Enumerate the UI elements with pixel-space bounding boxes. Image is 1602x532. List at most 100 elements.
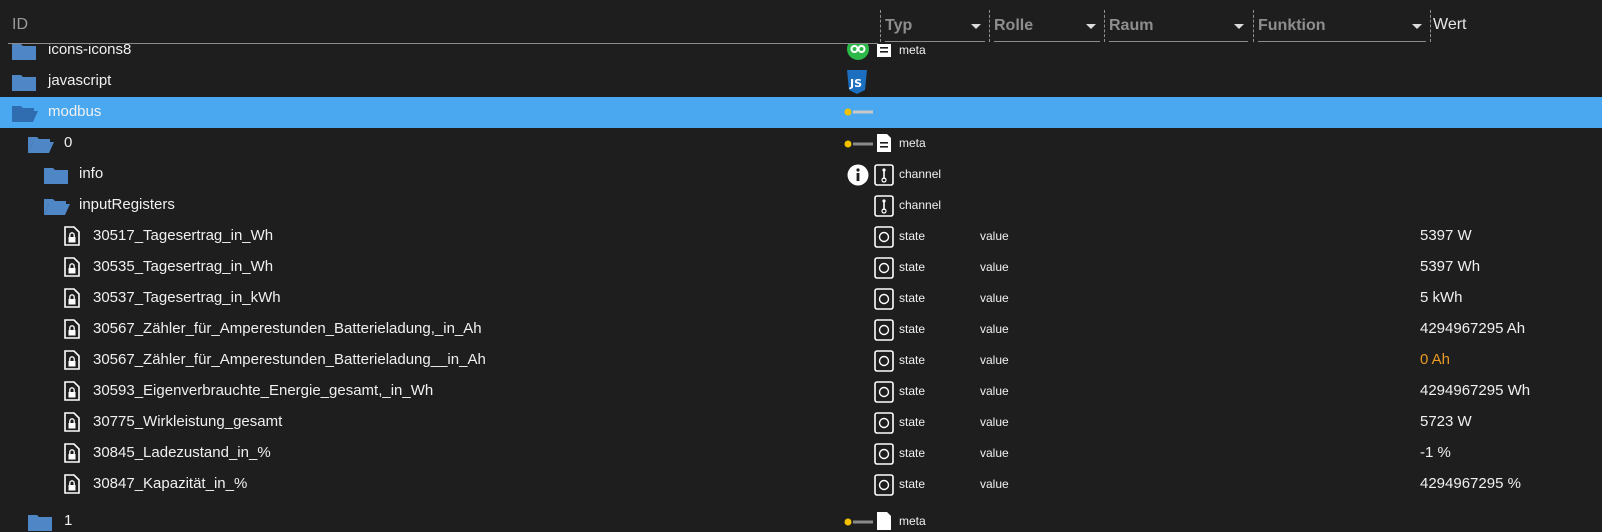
tree-row-value[interactable]: 4294967295 Wh [1420,382,1530,399]
folder-open-icon [12,106,38,122]
chevron-down-icon[interactable] [1234,24,1244,29]
tree-row-state[interactable]: 30847_Kapazität_in_% state value 4294967… [0,469,1602,500]
tree-row-label: 30537_Tagesertrag_in_kWh [93,289,281,306]
locked-file-icon [64,257,80,277]
filter-typ-underline [885,41,985,42]
tree-row-role: value [980,322,1009,336]
tree-row-label: inputRegisters [79,196,175,213]
tree-row-type: channel [899,167,942,181]
locked-file-icon [64,443,80,463]
tree-row-value[interactable]: 5397 W [1420,227,1472,244]
locked-file-icon [64,226,80,246]
chevron-down-icon[interactable] [971,24,981,29]
column-wert-label: Wert [1430,10,1466,42]
tree-row-state[interactable]: 30845_Ladezustand_in_% state value -1 % [0,438,1602,469]
tree-row-value[interactable]: 5723 W [1420,413,1472,430]
tree-row-type: state [899,229,926,243]
tree-row-role: value [980,384,1009,398]
tree-row-type: channel [899,198,942,212]
icons8-adapter-icon [847,44,869,60]
tree-row-role: value [980,477,1009,491]
column-id-label[interactable]: ID [12,16,28,34]
tree-row-inputregisters[interactable]: inputRegisters channel [0,190,1602,221]
filter-raum[interactable]: Raum [1104,10,1250,42]
state-icon [874,412,894,434]
tree-row-role: value [980,260,1009,274]
tree-row-type: meta [899,136,926,150]
locked-file-icon [64,350,80,370]
state-icon [874,226,894,248]
tree-row-type: meta [899,514,926,528]
tree-row-label: 30567_Zähler_für_Amperestunden_Batteriel… [93,351,486,368]
tree-row-state[interactable]: 30567_Zähler_für_Amperestunden_Batteriel… [0,314,1602,345]
filter-funktion-underline [1258,41,1426,42]
chevron-down-icon[interactable] [1086,24,1096,29]
chevron-down-icon[interactable] [1412,24,1422,29]
filter-rolle-label: Rolle [994,17,1034,34]
javascript-adapter-icon: JS [847,70,867,94]
tree-row-instance-0[interactable]: 0 meta [0,128,1602,159]
tree-row-icons-icons8[interactable]: icons-icons8 meta [0,44,1602,66]
filter-funktion-label: Funktion [1258,17,1326,34]
tree-row-instance-1[interactable]: 1 meta [0,506,1602,532]
tree-row-role: value [980,446,1009,460]
tree-row-state[interactable]: 30537_Tagesertrag_in_kWh state value 5 k… [0,283,1602,314]
object-tree: icons-icons8 meta javascript JS modbus 0… [0,44,1602,532]
tree-row-label: 30775_Wirkleistung_gesamt [93,413,283,430]
tree-row-type: state [899,260,926,274]
tree-row-state[interactable]: 30517_Tagesertrag_in_Wh state value 5397… [0,221,1602,252]
tree-row-label: 30845_Ladezustand_in_% [93,444,271,461]
tree-row-type: state [899,477,926,491]
tree-row-role: value [980,415,1009,429]
tree-row-role: value [980,353,1009,367]
tree-row-value[interactable]: 0 Ah [1420,351,1450,368]
svg-text:JS: JS [849,77,862,90]
folder-icon [12,75,36,91]
tree-row-value[interactable]: 4294967295 Ah [1420,320,1525,337]
filter-rolle-underline [994,41,1100,42]
state-icon [874,474,894,496]
tree-row-label: 30847_Kapazität_in_% [93,475,248,492]
filter-funktion[interactable]: Funktion [1253,10,1428,42]
tree-row-state[interactable]: 30567_Zähler_für_Amperestunden_Batteriel… [0,345,1602,376]
tree-row-javascript[interactable]: javascript JS [0,66,1602,97]
tree-row-role: value [980,229,1009,243]
tree-row-value[interactable]: -1 % [1420,444,1451,461]
tree-row-info[interactable]: info channel [0,159,1602,190]
filter-typ[interactable]: Typ [880,10,987,42]
state-icon [874,319,894,341]
tree-row-state[interactable]: 30535_Tagesertrag_in_Wh state value 5397… [0,252,1602,283]
tree-row-label: 0 [64,134,73,151]
state-icon [874,443,894,465]
modbus-adapter-icon [844,518,873,526]
folder-icon [28,515,52,531]
state-icon [874,257,894,279]
tree-row-state[interactable]: 30775_Wirkleistung_gesamt state value 57… [0,407,1602,438]
state-icon [874,381,894,403]
tree-row-type: meta [899,44,926,57]
tree-row-modbus[interactable]: modbus [0,97,1602,128]
tree-row-value[interactable]: 4294967295 % [1420,475,1521,492]
filter-rolle[interactable]: Rolle [989,10,1102,42]
filter-raum-label: Raum [1109,17,1154,34]
modbus-adapter-icon [844,140,873,148]
object-browser: ID Typ Rolle Raum Funktion Wert icons-ic… [0,0,1602,532]
channel-icon [874,195,894,217]
tree-row-label: 30517_Tagesertrag_in_Wh [93,227,274,244]
channel-icon [874,164,894,186]
tree-row-type: state [899,446,926,460]
info-icon [847,164,869,186]
tree-row-value[interactable]: 5 kWh [1420,289,1463,306]
tree-row-type: state [899,353,926,367]
locked-file-icon [64,381,80,401]
tree-row-label: javascript [48,72,112,89]
meta-document-icon [877,512,891,530]
tree-row-label: 30567_Zähler_für_Amperestunden_Batteriel… [93,320,482,337]
tree-row-label: info [79,165,104,182]
tree-row-label: 1 [64,512,73,529]
tree-row-state[interactable]: 30593_Eigenverbrauchte_Energie_gesamt,_i… [0,376,1602,407]
tree-row-label: 30535_Tagesertrag_in_Wh [93,258,274,275]
tree-row-value[interactable]: 5397 Wh [1420,258,1480,275]
locked-file-icon [64,474,80,494]
locked-file-icon [64,412,80,432]
